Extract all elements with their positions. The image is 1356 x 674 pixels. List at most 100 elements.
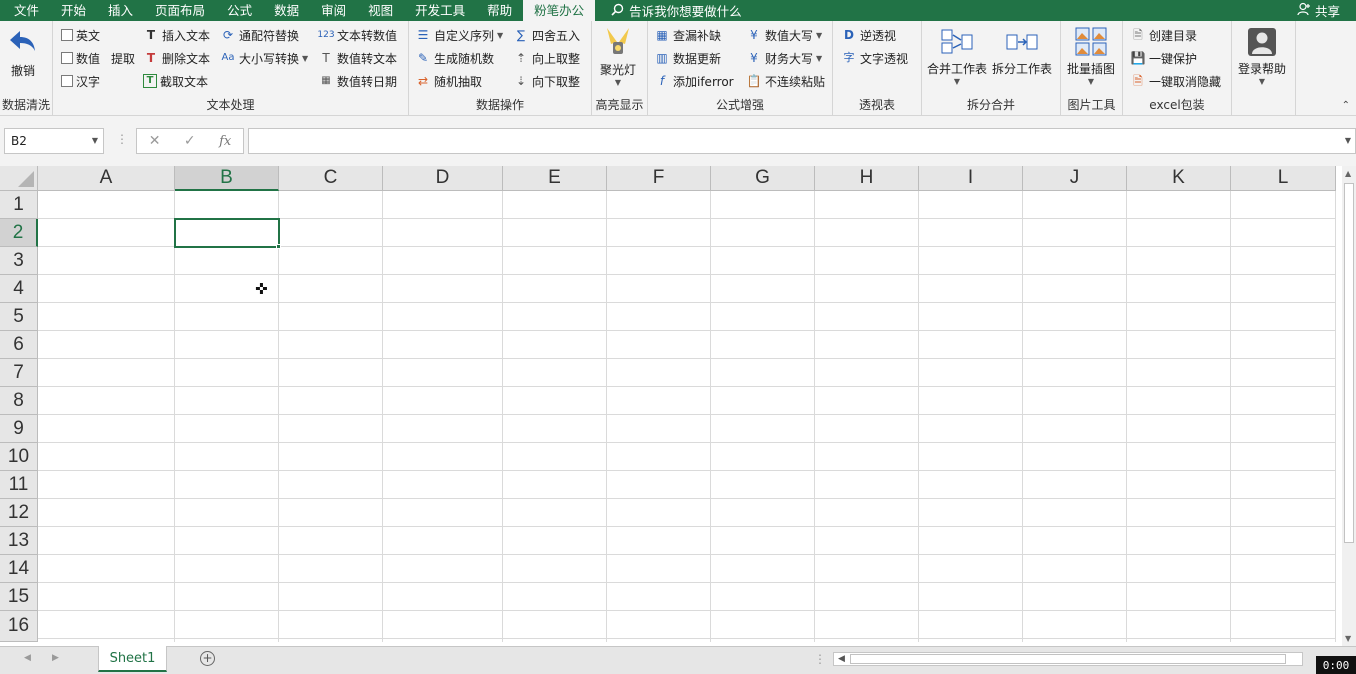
sheet-tab-sheet1[interactable]: Sheet1 xyxy=(98,646,167,672)
row-header-14[interactable]: 14 xyxy=(0,555,38,583)
collapse-ribbon-icon[interactable]: ⌃ xyxy=(1342,100,1350,111)
menu-home[interactable]: 开始 xyxy=(50,0,97,21)
column-header-a[interactable]: A xyxy=(38,166,175,191)
column-header-j[interactable]: J xyxy=(1023,166,1127,191)
column-header-i[interactable]: I xyxy=(919,166,1023,191)
menu-page-layout[interactable]: 页面布局 xyxy=(144,0,216,21)
vertical-scroll-thumb[interactable] xyxy=(1344,183,1354,543)
scroll-up-icon[interactable]: ▲ xyxy=(1345,169,1351,178)
column-header-k[interactable]: K xyxy=(1127,166,1231,191)
checkbox-english[interactable]: 英文 xyxy=(61,25,100,45)
number-uppercase-button[interactable]: ¥ 数值大写 ▼ xyxy=(746,25,822,45)
column-header-d[interactable]: D xyxy=(383,166,503,191)
cut-text-button[interactable]: T 截取文本 xyxy=(143,71,208,91)
row-header-16[interactable]: 16 xyxy=(0,611,38,642)
insert-function-icon[interactable]: fx xyxy=(219,134,231,149)
text-pivot-button[interactable]: 字文字透视 xyxy=(841,48,909,68)
scroll-left-icon[interactable]: ◀ xyxy=(838,654,845,664)
row-header-2[interactable]: 2 xyxy=(0,219,38,247)
wildcard-replace-button[interactable]: ⟳ 通配符替换 xyxy=(220,25,299,45)
undo-button[interactable]: 撤销 xyxy=(8,29,38,79)
row-header-4[interactable]: 4 xyxy=(0,275,38,303)
menu-formulas[interactable]: 公式 xyxy=(216,0,263,21)
unhide-all-button[interactable]: 🗎 一键取消隐藏 xyxy=(1130,71,1221,91)
formula-input[interactable]: ▼ xyxy=(248,128,1356,154)
column-header-b[interactable]: B xyxy=(175,166,279,191)
row-header-12[interactable]: 12 xyxy=(0,499,38,527)
name-box[interactable]: B2 ▼ xyxy=(4,128,104,154)
column-header-g[interactable]: G xyxy=(711,166,815,191)
extract-button[interactable]: 提取 xyxy=(111,48,135,68)
row-header-7[interactable]: 7 xyxy=(0,359,38,387)
column-header-c[interactable]: C xyxy=(279,166,383,191)
menu-developer[interactable]: 开发工具 xyxy=(404,0,476,21)
row-header-1[interactable]: 1 xyxy=(0,191,38,219)
menu-file[interactable]: 文件 xyxy=(0,0,50,21)
select-all-corner[interactable] xyxy=(0,166,38,191)
row-header-13[interactable]: 13 xyxy=(0,527,38,555)
row-header-6[interactable]: 6 xyxy=(0,331,38,359)
checkbox-number[interactable]: 数值 xyxy=(61,48,100,68)
enter-icon[interactable]: ✓ xyxy=(184,133,196,149)
menu-insert[interactable]: 插入 xyxy=(97,0,144,21)
row-header-11[interactable]: 11 xyxy=(0,471,38,499)
number-to-text-button[interactable]: T 数值转文本 xyxy=(318,48,397,68)
case-convert-button[interactable]: Aa 大小写转换 ▼ xyxy=(220,48,309,68)
row-header-8[interactable]: 8 xyxy=(0,387,38,415)
merge-sheets-button[interactable]: 合并工作表 ▼ xyxy=(927,27,987,86)
custom-sequence-button[interactable]: ☰ 自定义序列 ▼ xyxy=(415,25,504,45)
menu-data[interactable]: 数据 xyxy=(263,0,310,21)
prev-sheet-icon[interactable]: ◀ xyxy=(24,653,31,663)
random-pick-button[interactable]: ⇄ 随机抽取 xyxy=(415,71,482,91)
row-header-10[interactable]: 10 xyxy=(0,443,38,471)
column-header-h[interactable]: H xyxy=(815,166,919,191)
row-header-9[interactable]: 9 xyxy=(0,415,38,443)
row-header-5[interactable]: 5 xyxy=(0,303,38,331)
lookup-fill-button[interactable]: ▦ 查漏补缺 xyxy=(654,25,721,45)
one-click-protect-button[interactable]: 💾 一键保护 xyxy=(1130,48,1198,68)
tell-me-search[interactable]: 告诉我你想要做什么 xyxy=(611,1,742,20)
menu-help[interactable]: 帮助 xyxy=(476,0,523,21)
share-button[interactable]: 共享 xyxy=(1297,0,1340,21)
round-down-button[interactable]: ⇣ 向下取整 xyxy=(513,71,580,91)
fill-handle[interactable] xyxy=(276,244,281,249)
reverse-pivot-button[interactable]: D 逆透视 xyxy=(841,25,896,45)
horizontal-scroll-thumb[interactable] xyxy=(850,654,1286,664)
batch-insert-image-button[interactable]: 批量插图 ▼ xyxy=(1067,27,1115,86)
login-help-button[interactable]: 登录帮助 ▼ xyxy=(1238,27,1286,86)
text-to-number-button[interactable]: 123 文本转数值 xyxy=(317,25,397,45)
add-iferror-button[interactable]: f 添加iferror xyxy=(654,71,734,91)
formula-bar-grip-icon[interactable]: ⋮ xyxy=(116,132,128,146)
menu-view[interactable]: 视图 xyxy=(357,0,404,21)
row-header-3[interactable]: 3 xyxy=(0,247,38,275)
paste-noncontiguous-button[interactable]: 📋 不连续粘贴 xyxy=(746,71,826,91)
next-sheet-icon[interactable]: ▶ xyxy=(52,653,59,663)
split-sheets-button[interactable]: 拆分工作表 xyxy=(992,27,1052,77)
column-header-l[interactable]: L xyxy=(1231,166,1336,191)
menu-fenbi-office[interactable]: 粉笔办公 xyxy=(523,0,596,21)
create-toc-button[interactable]: 🗎 创建目录 xyxy=(1130,25,1197,45)
horizontal-scrollbar[interactable]: ◀ xyxy=(833,652,1303,666)
column-header-f[interactable]: F xyxy=(607,166,711,191)
round-button[interactable]: ∑ 四舍五入 xyxy=(513,25,580,45)
data-update-button[interactable]: ▥ 数据更新 xyxy=(654,48,721,68)
selected-cell-b2[interactable] xyxy=(174,218,280,248)
delete-text-button[interactable]: T 删除文本 xyxy=(143,48,210,68)
spotlight-button[interactable]: 聚光灯 ▼ xyxy=(600,26,636,87)
vertical-scrollbar[interactable]: ▲ ▼ xyxy=(1342,166,1356,646)
expand-formula-bar-icon[interactable]: ▼ xyxy=(1345,136,1351,145)
number-to-date-button[interactable]: ▦ 数值转日期 xyxy=(318,71,397,91)
add-sheet-icon[interactable]: + xyxy=(200,651,215,666)
column-header-e[interactable]: E xyxy=(503,166,607,191)
cancel-icon[interactable]: ✕ xyxy=(149,133,161,149)
generate-random-button[interactable]: ✎ 生成随机数 xyxy=(415,48,494,68)
checkbox-chinese[interactable]: 汉字 xyxy=(61,71,100,91)
cell-grid[interactable]: ✜ xyxy=(38,191,1336,642)
tab-split-grip-icon[interactable]: ⋮ xyxy=(814,652,826,666)
scroll-down-icon[interactable]: ▼ xyxy=(1345,634,1351,643)
row-header-15[interactable]: 15 xyxy=(0,583,38,611)
insert-text-button[interactable]: T 插入文本 xyxy=(143,25,210,45)
menu-review[interactable]: 审阅 xyxy=(310,0,357,21)
finance-uppercase-button[interactable]: ¥ 财务大写 ▼ xyxy=(746,48,822,68)
round-up-button[interactable]: ⇡ 向上取整 xyxy=(513,48,580,68)
